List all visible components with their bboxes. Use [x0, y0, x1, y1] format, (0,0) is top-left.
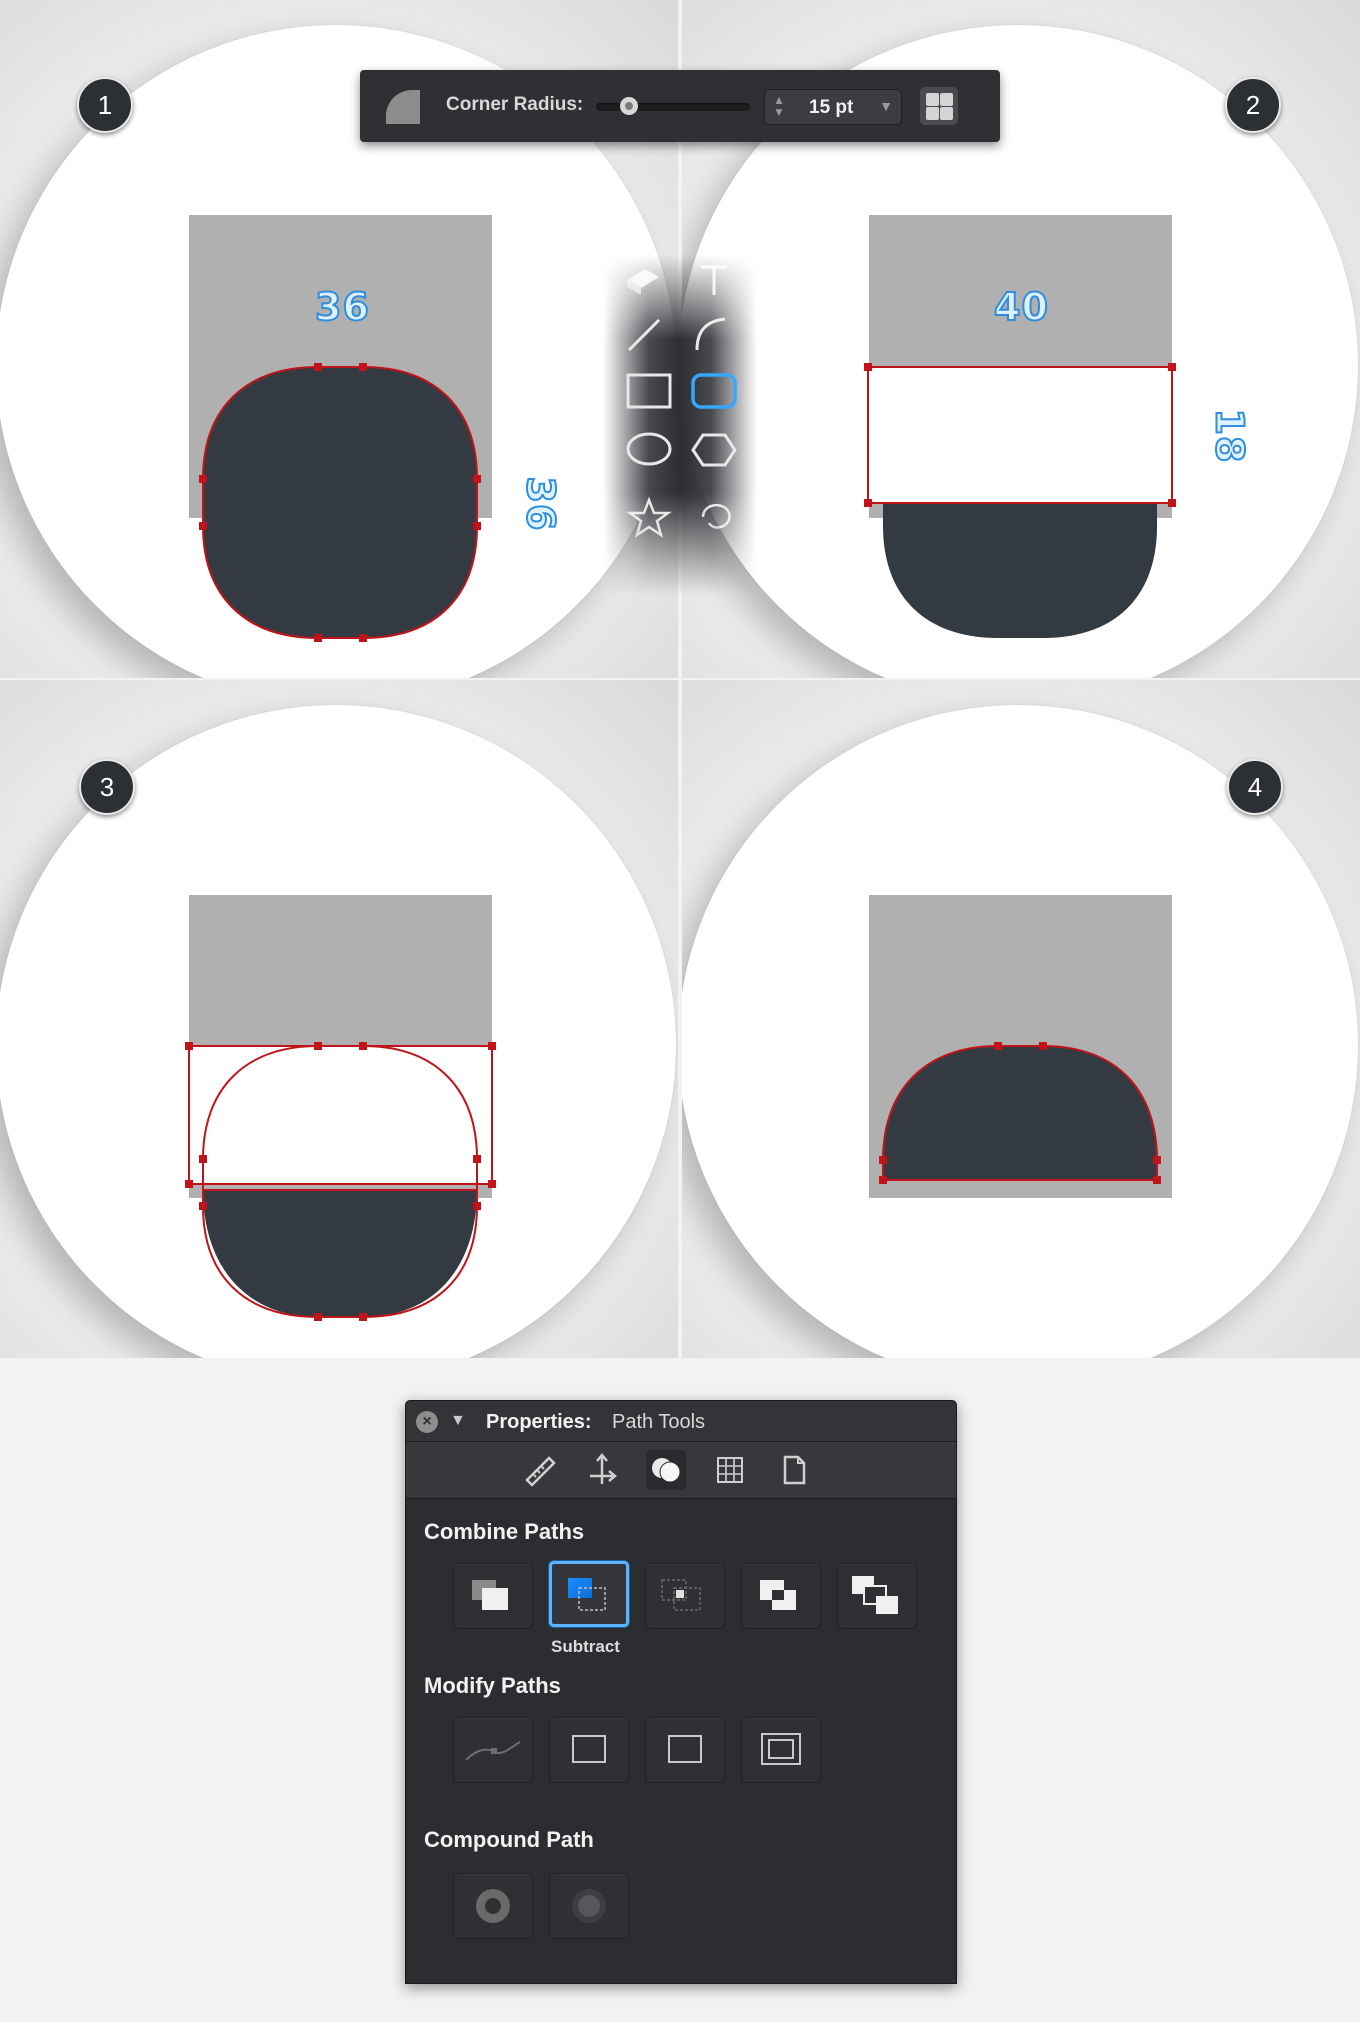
properties-panel: × ▼ Properties: Path Tools Combine Paths… — [405, 1400, 957, 1984]
star-tool-icon[interactable] — [626, 496, 672, 538]
eraser-icon[interactable] — [627, 269, 659, 295]
height-measurement-label: 36 — [517, 476, 563, 533]
properties-title: Properties: — [486, 1411, 592, 1433]
close-icon[interactable]: × — [416, 1411, 438, 1433]
modify-paths-heading: Modify Paths — [424, 1673, 561, 1698]
shape-tools-strip — [603, 255, 757, 595]
step-3-panel: 3 — [0, 680, 678, 1358]
polygon-tool-icon[interactable] — [691, 433, 737, 467]
half-rounded-shape-result[interactable] — [682, 680, 1360, 1358]
corner-radius-stepper[interactable]: ▲ ▼ 15 pt ▼ — [764, 89, 902, 125]
move-arrows-icon[interactable] — [582, 1450, 622, 1490]
document-icon[interactable] — [774, 1450, 814, 1490]
offset-path-icon[interactable] — [741, 1717, 821, 1783]
union-icon[interactable] — [453, 1563, 533, 1629]
exclude-icon[interactable] — [741, 1563, 821, 1629]
release-compound-icon[interactable] — [549, 1873, 629, 1939]
line-tool-icon[interactable] — [627, 318, 661, 352]
rectangle-tool-icon[interactable] — [626, 373, 672, 409]
text-tool-icon[interactable] — [701, 265, 727, 295]
corner-radius-value[interactable]: 15 pt — [809, 97, 853, 119]
compound-path-heading: Compound Path — [424, 1827, 594, 1852]
width-measurement-label: 36 — [314, 284, 370, 330]
chevron-down-icon[interactable]: ▼ — [879, 98, 893, 114]
corner-radius-label: Corner Radius: — [446, 94, 584, 115]
intersect-icon[interactable] — [645, 1563, 725, 1629]
combine-shapes-icon[interactable] — [646, 1450, 686, 1490]
properties-subtitle: Path Tools — [612, 1411, 706, 1433]
spiral-tool-icon[interactable] — [701, 504, 731, 529]
make-compound-icon[interactable] — [453, 1873, 533, 1939]
subtract-caption: Subtract — [551, 1637, 620, 1656]
divide-icon[interactable] — [837, 1563, 917, 1629]
arc-tool-icon[interactable] — [695, 317, 726, 351]
corner-radius-icon — [386, 90, 420, 124]
rounded-rectangle-tool-icon[interactable] — [691, 373, 737, 409]
corners-toggle-button[interactable] — [920, 87, 958, 125]
outline-stroke-icon[interactable] — [549, 1717, 629, 1783]
step-4-panel: 4 — [682, 680, 1360, 1358]
collapse-triangle-icon[interactable]: ▼ — [450, 1412, 466, 1430]
expand-path-icon[interactable] — [645, 1717, 725, 1783]
grid-icon[interactable] — [710, 1450, 750, 1490]
combine-paths-heading: Combine Paths — [424, 1519, 585, 1544]
width-measurement-label: 40 — [993, 284, 1049, 330]
smooth-path-icon[interactable] — [453, 1717, 533, 1783]
corner-radius-slider[interactable] — [596, 97, 750, 115]
height-measurement-label: 18 — [1206, 408, 1252, 465]
ruler-icon[interactable] — [519, 1450, 559, 1490]
slider-knob[interactable] — [620, 97, 639, 115]
ellipse-tool-icon[interactable] — [626, 432, 672, 466]
properties-header: × ▼ Properties: Path Tools — [406, 1401, 956, 1442]
properties-tabs — [406, 1442, 956, 1499]
subtract-icon[interactable] — [549, 1561, 629, 1627]
corner-radius-toolbar: Corner Radius: ▲ ▼ 15 pt ▼ — [360, 70, 1000, 142]
subtract-selection-shapes[interactable] — [0, 680, 678, 1358]
stepper-arrows-icon[interactable]: ▲ ▼ — [773, 94, 785, 118]
